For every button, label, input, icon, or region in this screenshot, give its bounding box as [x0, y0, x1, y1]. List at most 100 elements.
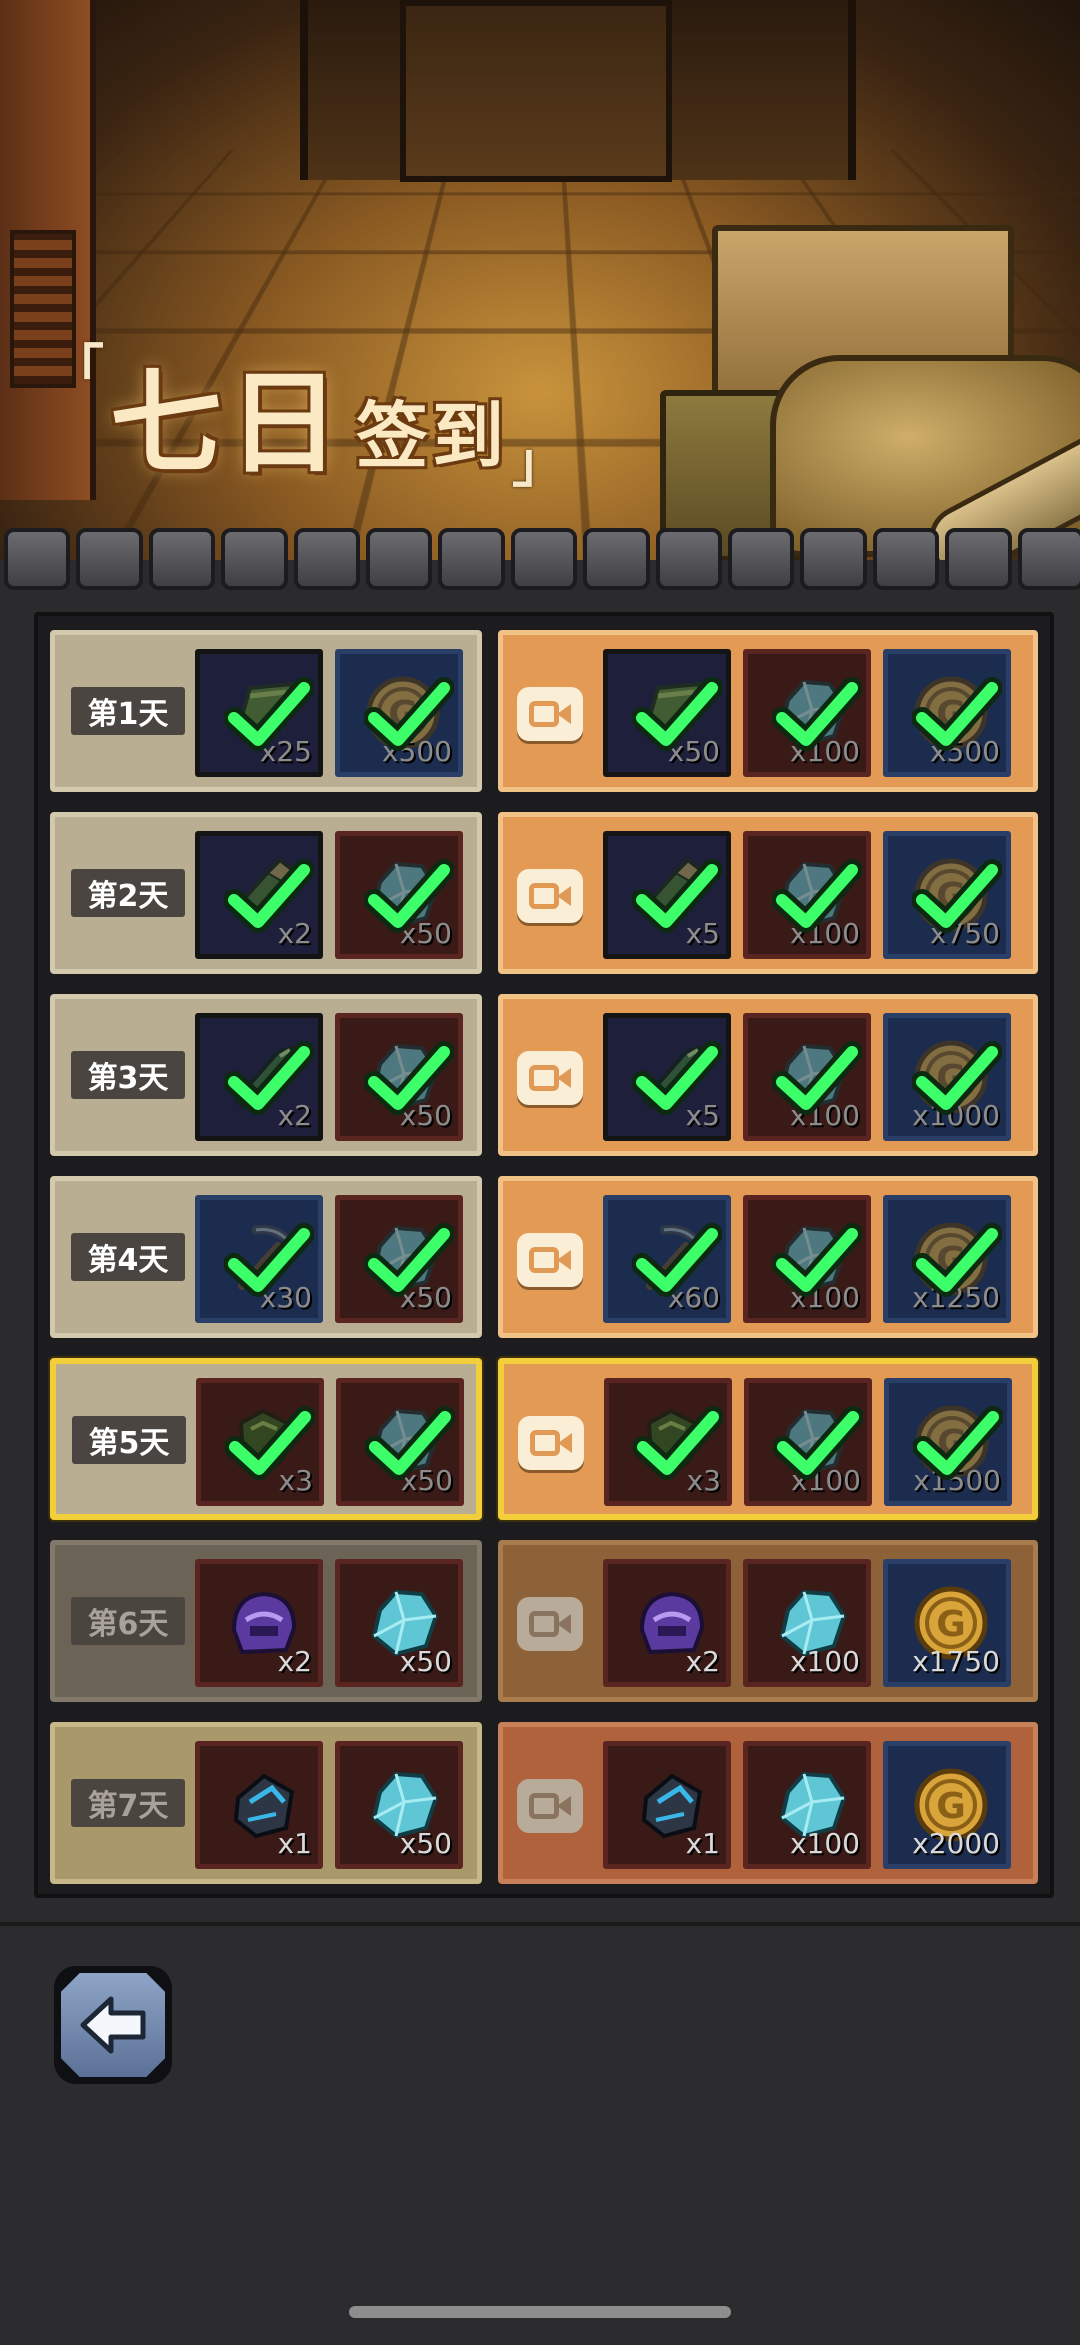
free-reward-card[interactable]: 第7天 x1 x50 — [50, 1722, 482, 1884]
title-close-bracket: 」 — [512, 436, 566, 490]
reward-slot[interactable]: Gx1250 — [883, 1195, 1011, 1323]
reward-slot[interactable]: x2 — [195, 1013, 323, 1141]
reward-slot[interactable]: Gx750 — [883, 831, 1011, 959]
reward-slot[interactable]: Gx1000 — [883, 1013, 1011, 1141]
free-reward-card[interactable]: 第3天 x2 x50 — [50, 994, 482, 1156]
reward-count: x2 — [686, 1645, 720, 1678]
video-ad-icon — [517, 687, 583, 741]
reward-slot[interactable]: x25 — [195, 649, 323, 777]
claimed-check-icon — [225, 1399, 315, 1489]
video-reward-card[interactable]: x1 x100 Gx2000 — [498, 1722, 1038, 1884]
day-row: 第7天 x1 x50 x1 x100 Gx2000 — [50, 1722, 1040, 1884]
video-reward-card[interactable]: x5 x100 Gx1000 — [498, 994, 1038, 1156]
free-reward-card[interactable]: 第1天 x25 Gx500 — [50, 630, 482, 792]
reward-slot[interactable]: Gx2000 — [883, 1741, 1011, 1869]
reward-count: x2000 — [912, 1827, 1000, 1860]
reward-slot[interactable]: x30 — [195, 1195, 323, 1323]
reward-slot[interactable]: x50 — [335, 1013, 463, 1141]
day-row: 第6天 x2 x50 x2 x100 Gx1750 — [50, 1540, 1040, 1702]
reward-slot[interactable]: x50 — [335, 1559, 463, 1687]
reward-slot[interactable]: x50 — [335, 1195, 463, 1323]
claimed-check-icon — [365, 1399, 455, 1489]
reward-slot[interactable]: x100 — [743, 1013, 871, 1141]
reward-slot[interactable]: x5 — [603, 1013, 731, 1141]
reward-slot[interactable]: x100 — [743, 1559, 871, 1687]
reward-slot[interactable]: x1 — [603, 1741, 731, 1869]
video-reward-card[interactable]: x2 x100 Gx1750 — [498, 1540, 1038, 1702]
day-row: 第4天 x30 x50 x60 x100 Gx1250 — [50, 1176, 1040, 1338]
video-ad-icon — [517, 1051, 583, 1105]
video-ad-icon — [517, 869, 583, 923]
day-label: 第5天 — [72, 1416, 186, 1464]
free-reward-card[interactable]: 第5天 x3 x50 — [50, 1358, 482, 1520]
free-reward-card[interactable]: 第2天 x2 x50 — [50, 812, 482, 974]
reward-slot[interactable]: Gx500 — [335, 649, 463, 777]
claimed-check-icon — [364, 1216, 454, 1306]
video-ad-icon — [517, 1233, 583, 1287]
claimed-check-icon — [632, 1034, 722, 1124]
day-row: 第1天 x25 Gx500 x50 x100 Gx500 — [50, 630, 1040, 792]
reward-slot[interactable]: x2 — [195, 831, 323, 959]
day-row: 第2天 x2 x50 x5 x100 Gx750 — [50, 812, 1040, 974]
svg-text:G: G — [936, 1604, 966, 1645]
reward-slot[interactable]: x50 — [335, 1741, 463, 1869]
title-sub: 签到 — [356, 400, 508, 472]
day-label: 第6天 — [71, 1597, 185, 1645]
reward-slot[interactable]: x100 — [743, 649, 871, 777]
back-arrow-icon — [61, 1973, 165, 2077]
video-reward-card[interactable]: x60 x100 Gx1250 — [498, 1176, 1038, 1338]
day-row: 第5天 x3 x50 x3 x100 Gx1500 — [50, 1358, 1040, 1520]
reward-slot[interactable]: x100 — [743, 831, 871, 959]
reward-slot[interactable]: x1 — [195, 1741, 323, 1869]
claimed-check-icon — [364, 852, 454, 942]
reward-slot[interactable]: Gx1750 — [883, 1559, 1011, 1687]
reward-count: x1 — [278, 1827, 312, 1860]
reward-slot[interactable]: x50 — [335, 831, 463, 959]
corridor-door — [400, 0, 672, 182]
reward-slot[interactable]: x60 — [603, 1195, 731, 1323]
claimed-check-icon — [632, 670, 722, 760]
claimed-check-icon — [224, 852, 314, 942]
reward-slot[interactable]: x100 — [744, 1378, 872, 1506]
header-scene: 「 七日 签到 」 — [0, 0, 1080, 560]
video-reward-card[interactable]: x50 x100 Gx500 — [498, 630, 1038, 792]
day-row: 第3天 x2 x50 x5 x100 Gx1000 — [50, 994, 1040, 1156]
claimed-check-icon — [224, 1216, 314, 1306]
claimed-check-icon — [772, 852, 862, 942]
reward-slot[interactable]: x50 — [603, 649, 731, 777]
video-ad-icon — [517, 1597, 583, 1651]
day-label: 第7天 — [71, 1779, 185, 1827]
reward-slot[interactable]: x3 — [196, 1378, 324, 1506]
claimed-check-icon — [772, 1034, 862, 1124]
video-reward-card[interactable]: x3 x100 Gx1500 — [498, 1358, 1038, 1520]
reward-slot[interactable]: x100 — [743, 1195, 871, 1323]
reward-slot[interactable]: x2 — [195, 1559, 323, 1687]
checkin-panel: 第1天 x25 Gx500 x50 x100 Gx500 第2天 x2 x50 x5 x100 Gx7… — [34, 612, 1054, 1898]
claimed-check-icon — [772, 1216, 862, 1306]
reward-slot[interactable]: x50 — [336, 1378, 464, 1506]
back-button[interactable] — [54, 1966, 172, 2084]
home-indicator[interactable] — [349, 2306, 731, 2318]
claimed-check-icon — [632, 1216, 722, 1306]
reward-slot[interactable]: x100 — [743, 1741, 871, 1869]
claimed-check-icon — [224, 1034, 314, 1124]
reward-count: x100 — [790, 1645, 860, 1678]
claimed-check-icon — [912, 670, 1002, 760]
reward-slot[interactable]: x2 — [603, 1559, 731, 1687]
reward-count: x50 — [400, 1827, 452, 1860]
reward-slot[interactable]: Gx1500 — [884, 1378, 1012, 1506]
claimed-check-icon — [912, 852, 1002, 942]
free-reward-card[interactable]: 第4天 x30 x50 — [50, 1176, 482, 1338]
day-label: 第1天 — [71, 687, 185, 735]
free-reward-card[interactable]: 第6天 x2 x50 — [50, 1540, 482, 1702]
stone-border — [0, 528, 1080, 590]
reward-slot[interactable]: x3 — [604, 1378, 732, 1506]
claimed-check-icon — [364, 670, 454, 760]
claimed-check-icon — [632, 852, 722, 942]
reward-count: x100 — [790, 1827, 860, 1860]
back-button-face — [61, 1973, 165, 2077]
reward-slot[interactable]: Gx500 — [883, 649, 1011, 777]
reward-slot[interactable]: x5 — [603, 831, 731, 959]
video-reward-card[interactable]: x5 x100 Gx750 — [498, 812, 1038, 974]
claimed-check-icon — [773, 1399, 863, 1489]
